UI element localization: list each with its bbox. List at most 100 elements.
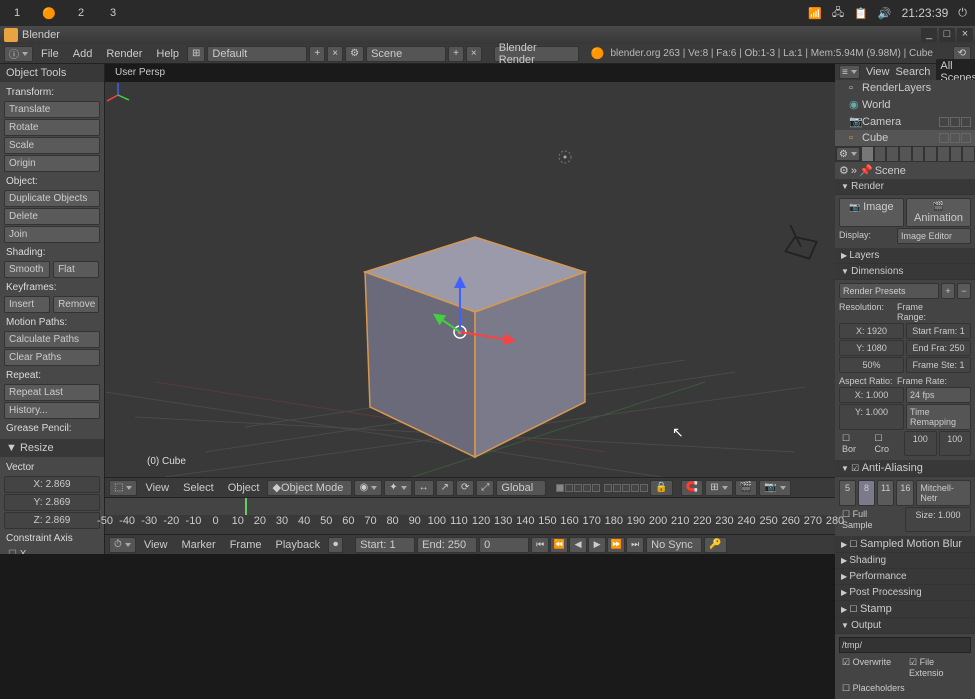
notes-icon[interactable]: 📋 — [854, 7, 868, 20]
aa-size-field[interactable]: Size: 1.000 — [905, 507, 971, 532]
lock-camera-button[interactable]: 🔒 — [650, 480, 672, 496]
workspace-3[interactable]: 3 — [104, 4, 122, 22]
resize-z-field[interactable]: Z: 2.869 — [4, 512, 100, 529]
constraint-x-checkbox[interactable]: X — [4, 547, 100, 554]
scale-button[interactable]: Scale — [4, 137, 100, 154]
workspace-2[interactable]: 2 — [72, 4, 90, 22]
layout-add-button[interactable]: + — [309, 46, 325, 62]
post-processing-panel-header[interactable]: Post Processing — [835, 585, 975, 601]
resize-x-field[interactable]: X: 2.869 — [4, 476, 100, 493]
preset-remove-button[interactable]: − — [957, 283, 971, 299]
file-extensions-checkbox[interactable]: File Extensio — [906, 655, 971, 680]
tab-object[interactable] — [900, 147, 911, 161]
layer-buttons[interactable] — [556, 484, 648, 492]
repeat-last-button[interactable]: Repeat Last — [4, 384, 100, 401]
insert-keyframe-button[interactable]: Insert — [4, 296, 50, 313]
editor-type-icon[interactable]: ⓘ — [4, 46, 33, 62]
render-engine-dropdown[interactable]: Blender Render — [494, 46, 579, 62]
manipulator-translate[interactable]: ↗ — [436, 480, 454, 496]
scene-browse-button[interactable]: ⚙ — [345, 46, 364, 62]
aa-filter-dropdown[interactable]: Mitchell-Netr — [916, 480, 971, 506]
minimize-button[interactable]: _ — [921, 28, 937, 42]
dimensions-panel-header[interactable]: Dimensions — [835, 264, 975, 280]
stamp-panel-header[interactable]: Stamp — [835, 601, 975, 618]
snap-element-button[interactable]: ⊞ — [705, 480, 732, 496]
render-presets-dropdown[interactable]: Render Presets — [839, 283, 939, 299]
snap-toggle[interactable]: 🧲 — [681, 480, 703, 496]
scene-remove-button[interactable]: × — [466, 46, 482, 62]
play-reverse-button[interactable]: ◀ — [569, 537, 587, 553]
mode-dropdown[interactable]: ◆ Object Mode — [267, 480, 352, 496]
editor-type-timeline-icon[interactable]: ⏱ — [109, 537, 136, 553]
transform-orientation-dropdown[interactable]: Global — [496, 480, 546, 496]
aa-8-button[interactable]: 8 — [858, 480, 875, 506]
view-menu[interactable]: View — [139, 482, 175, 494]
output-panel-header[interactable]: Output — [835, 618, 975, 634]
aspect-x-field[interactable]: X: 1.000 — [839, 387, 904, 403]
resize-y-field[interactable]: Y: 2.869 — [4, 494, 100, 511]
rotate-button[interactable]: Rotate — [4, 119, 100, 136]
frame-step-field[interactable]: Frame Ste: 1 — [906, 357, 971, 373]
layers-panel-header[interactable]: Layers — [835, 248, 975, 264]
shading-panel-header[interactable]: Shading — [835, 553, 975, 569]
res-pct-field[interactable]: 50% — [839, 357, 904, 373]
keying-set-button[interactable]: 🔑 — [704, 537, 726, 553]
fps-dropdown[interactable]: 24 fps — [906, 387, 971, 403]
blender-taskbar-icon[interactable]: 🟠 — [40, 4, 58, 22]
tab-modifiers[interactable] — [925, 147, 936, 161]
render-animation-button[interactable]: 🎬 Animation — [906, 198, 971, 227]
scene-pin-icon[interactable]: 📌 — [859, 164, 873, 177]
layout-dropdown[interactable]: Default — [207, 46, 307, 62]
close-button[interactable]: × — [957, 28, 973, 42]
tab-constraints[interactable] — [913, 147, 924, 161]
timeline-marker-menu[interactable]: Marker — [175, 539, 221, 551]
tab-texture[interactable] — [963, 147, 974, 161]
manipulator-toggle[interactable]: ↔ — [414, 480, 434, 496]
output-path-field[interactable] — [839, 637, 971, 653]
end-frame-field[interactable]: End: 250 — [417, 537, 477, 553]
overwrite-checkbox[interactable]: Overwrite — [839, 655, 904, 680]
menu-file[interactable]: File — [35, 48, 65, 60]
aa-11-button[interactable]: 11 — [877, 480, 894, 506]
tab-scene[interactable] — [875, 147, 886, 161]
keyframe-prev-button[interactable]: ⏪ — [550, 537, 568, 553]
select-menu[interactable]: Select — [177, 482, 220, 494]
opengl-render-button[interactable]: 📷 — [759, 480, 790, 496]
performance-panel-header[interactable]: Performance — [835, 569, 975, 585]
duplicate-button[interactable]: Duplicate Objects — [4, 190, 100, 207]
tab-render[interactable] — [862, 147, 873, 161]
current-frame-field[interactable]: 0 — [479, 537, 529, 553]
time-remapping-dropdown[interactable]: Time Remapping — [906, 404, 971, 430]
menu-render[interactable]: Render — [100, 48, 148, 60]
res-x-field[interactable]: X: 1920 — [839, 323, 904, 339]
delete-button[interactable]: Delete — [4, 208, 100, 225]
outliner-item-cube[interactable]: ▫Cube — [835, 130, 975, 146]
sync-dropdown[interactable]: No Sync — [646, 537, 702, 553]
border-checkbox[interactable]: Bor — [839, 431, 870, 456]
aa-5-button[interactable]: 5 — [839, 480, 856, 506]
editor-type-3dview-icon[interactable]: ⬚ — [109, 480, 137, 496]
outliner-item-world[interactable]: ◉World — [835, 96, 975, 113]
layout-browse-button[interactable]: ⊞ — [187, 46, 205, 62]
outliner-item-camera[interactable]: 📷Camera — [835, 113, 975, 130]
timeline-playback-menu[interactable]: Playback — [269, 539, 326, 551]
pivot-point-button[interactable]: ✦ — [384, 480, 411, 496]
remove-keyframe-button[interactable]: Remove — [53, 296, 99, 313]
manipulator-scale[interactable]: ⤢ — [476, 480, 494, 496]
viewport-shading-button[interactable]: ◉ — [354, 480, 382, 496]
aa-16-button[interactable]: 16 — [896, 480, 914, 506]
display-dropdown[interactable]: Image Editor — [897, 228, 971, 244]
tab-data[interactable] — [938, 147, 949, 161]
flat-button[interactable]: Flat — [53, 261, 99, 278]
placeholders-checkbox[interactable]: Placeholders — [839, 681, 971, 696]
timeline-playhead[interactable] — [245, 498, 247, 515]
remap-old-field[interactable]: 100 — [904, 431, 937, 456]
operator-panel-header[interactable]: ▼ Resize — [0, 439, 104, 457]
calculate-paths-button[interactable]: Calculate Paths — [4, 331, 100, 348]
antialiasing-checkbox[interactable] — [851, 463, 862, 473]
play-button[interactable]: ▶ — [588, 537, 606, 553]
start-frame-field[interactable]: Start: 1 — [355, 537, 415, 553]
menu-help[interactable]: Help — [150, 48, 185, 60]
render-panel-header[interactable]: Render — [835, 179, 975, 195]
outliner-item-renderlayers[interactable]: ▫RenderLayers — [835, 80, 975, 96]
